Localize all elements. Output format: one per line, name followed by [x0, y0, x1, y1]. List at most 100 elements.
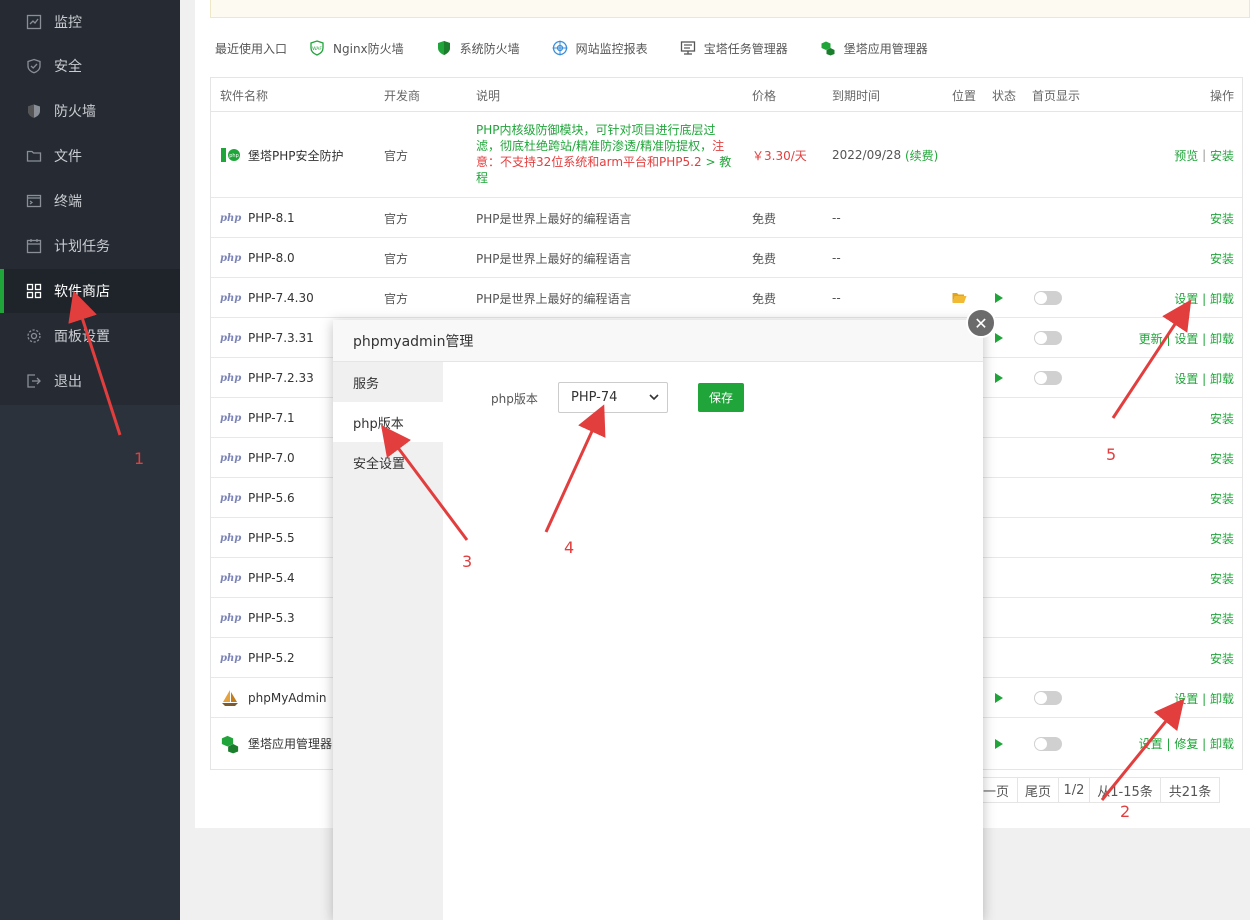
annotation-label: 4 — [564, 538, 575, 557]
target-icon — [552, 40, 568, 56]
homepage-toggle[interactable] — [1034, 291, 1062, 305]
row-actions[interactable]: 设置 | 卸载 — [1174, 358, 1234, 398]
php-logo-icon: php — [220, 572, 242, 584]
col-price[interactable]: 价格 — [752, 78, 776, 112]
pagination: 一页 尾页 1/2 从1-15条 共21条 — [974, 777, 1220, 803]
last-page-button[interactable]: 尾页 — [1017, 777, 1059, 803]
recent-link-nginx-firewall[interactable]: WAF Nginx防火墙 — [309, 40, 404, 57]
col-name[interactable]: 软件名称 — [220, 78, 268, 112]
install-link[interactable]: 安装 — [1210, 147, 1234, 164]
cubes-icon — [220, 734, 242, 754]
row-actions[interactable]: 安装 — [1210, 518, 1234, 558]
sidebar-item-logout[interactable]: 退出 — [0, 359, 180, 403]
sidebar-item-terminal[interactable]: 终端 — [0, 179, 180, 223]
php-logo-icon: php — [220, 252, 242, 264]
total-count: 共21条 — [1160, 777, 1220, 803]
row-actions[interactable]: 安装 — [1210, 638, 1234, 678]
software-name: PHP-8.0 — [248, 251, 295, 265]
table-row: php 堡塔PHP安全防护 官方 PHP内核级防御模块，可针对项目进行底层过 滤… — [211, 112, 1242, 198]
tab-php-version[interactable]: php版本 — [333, 402, 443, 442]
homepage-toggle[interactable] — [1034, 331, 1062, 345]
description: PHP内核级防御模块，可针对项目进行底层过 滤，彻底杜绝跨站/精准防渗透/精准防… — [476, 123, 732, 185]
row-actions[interactable]: 安装 — [1210, 198, 1234, 238]
folder-open-icon[interactable] — [952, 278, 967, 318]
play-icon[interactable] — [995, 738, 1003, 749]
row-actions[interactable]: 安装 — [1210, 598, 1234, 638]
homepage-toggle[interactable] — [1034, 736, 1062, 751]
play-icon[interactable] — [995, 293, 1003, 303]
col-location: 位置 — [952, 88, 977, 103]
preview-link[interactable]: 预览 — [1174, 147, 1198, 164]
sidebar-item-label: 终端 — [54, 194, 82, 210]
sidebar-item-firewall[interactable]: 防火墙 — [0, 89, 180, 133]
modal-title: phpmyadmin管理 — [333, 320, 983, 362]
row-actions[interactable]: 安装 — [1210, 398, 1234, 438]
recent-entries: 最近使用入口 WAF Nginx防火墙 系统防火墙 网站监控报表 宝塔任务管理器… — [215, 38, 960, 58]
cubes-icon — [820, 40, 836, 56]
row-actions[interactable]: 安装 — [1210, 478, 1234, 518]
row-actions[interactable]: 安装 — [1210, 438, 1234, 478]
row-actions[interactable]: 更新 | 设置 | 卸载 — [1139, 318, 1234, 358]
shield-check-icon — [26, 58, 42, 74]
row-actions[interactable]: 设置 | 卸载 — [1174, 278, 1234, 318]
software-name: 堡塔PHP安全防护 — [248, 148, 344, 163]
play-icon[interactable] — [995, 693, 1003, 703]
row-actions[interactable]: 安装 — [1210, 238, 1234, 278]
renew-link[interactable]: (续费) — [905, 147, 938, 164]
tab-service[interactable]: 服务 — [333, 362, 443, 402]
tutorial-link[interactable]: > 教 — [702, 155, 731, 169]
php-version-select[interactable]: PHP-74 — [558, 382, 668, 413]
col-actions: 操作 — [1209, 88, 1234, 103]
software-name: PHP-7.4.30 — [248, 291, 314, 305]
tab-security-settings[interactable]: 安全设置 — [333, 442, 443, 482]
gear-icon — [26, 328, 42, 344]
phpmyadmin-modal: phpmyadmin管理 服务 php版本 安全设置 php版本 PHP-74 … — [333, 320, 983, 920]
grid-icon — [26, 283, 42, 299]
save-button[interactable]: 保存 — [698, 383, 744, 412]
homepage-toggle[interactable] — [1034, 691, 1062, 705]
annotation-label: 3 — [462, 552, 473, 571]
php-logo-icon: php — [220, 452, 242, 464]
sidebar-item-cron[interactable]: 计划任务 — [0, 224, 180, 268]
recent-link-app-manager[interactable]: 堡塔应用管理器 — [820, 40, 928, 57]
sidebar-item-security[interactable]: 安全 — [0, 44, 180, 88]
row-actions[interactable]: 安装 — [1210, 558, 1234, 598]
notice-bar — [210, 0, 1250, 18]
php-version-label: php版本 — [491, 392, 538, 406]
software-name: 堡塔应用管理器 — [248, 737, 333, 751]
php-logo-icon: php — [220, 212, 242, 224]
annotation-label: 2 — [1120, 802, 1131, 821]
sailboat-icon — [220, 689, 242, 707]
chevron-down-icon — [649, 393, 659, 404]
software-name: PHP-7.3.31 — [248, 331, 314, 345]
row-actions[interactable]: 设置 | 修复 | 卸载 — [1139, 718, 1234, 769]
recent-link-task-manager[interactable]: 宝塔任务管理器 — [680, 40, 788, 57]
price: ￥3.30/天 — [752, 148, 807, 163]
sidebar-item-app-store[interactable]: 软件商店 — [0, 269, 180, 313]
sidebar-item-label: 计划任务 — [54, 239, 110, 255]
range-indicator: 从1-15条 — [1089, 777, 1161, 803]
recent-link-system-firewall[interactable]: 系统防火墙 — [436, 40, 520, 57]
software-name: PHP-5.5 — [248, 531, 295, 545]
expiry-date: 2022/09/28 — [832, 148, 902, 162]
software-name: PHP-5.2 — [248, 651, 295, 665]
sidebar-item-label: 文件 — [54, 149, 82, 165]
sidebar-item-panel-settings[interactable]: 面板设置 — [0, 314, 180, 358]
close-icon[interactable]: ✕ — [966, 308, 996, 338]
homepage-toggle[interactable] — [1034, 371, 1062, 385]
sidebar: 监控 安全 防火墙 文件 终端 计划任务 软件商店 面板设置 退出 — [0, 0, 180, 920]
svg-text:WAF: WAF — [312, 46, 322, 52]
row-actions[interactable]: 设置 | 卸载 — [1174, 678, 1234, 718]
page-indicator: 1/2 — [1058, 777, 1090, 803]
sidebar-item-label: 防火墙 — [54, 104, 96, 120]
sidebar-item-label: 软件商店 — [54, 284, 110, 300]
recent-link-site-monitor[interactable]: 网站监控报表 — [552, 40, 648, 57]
play-icon[interactable] — [995, 333, 1003, 343]
play-icon[interactable] — [995, 373, 1003, 383]
php-logo-icon: php — [220, 332, 242, 344]
logout-icon — [26, 373, 42, 389]
sidebar-item-monitor[interactable]: 监控 — [0, 0, 180, 44]
terminal-icon — [26, 193, 42, 209]
software-name: PHP-7.2.33 — [248, 371, 314, 385]
sidebar-item-files[interactable]: 文件 — [0, 134, 180, 178]
